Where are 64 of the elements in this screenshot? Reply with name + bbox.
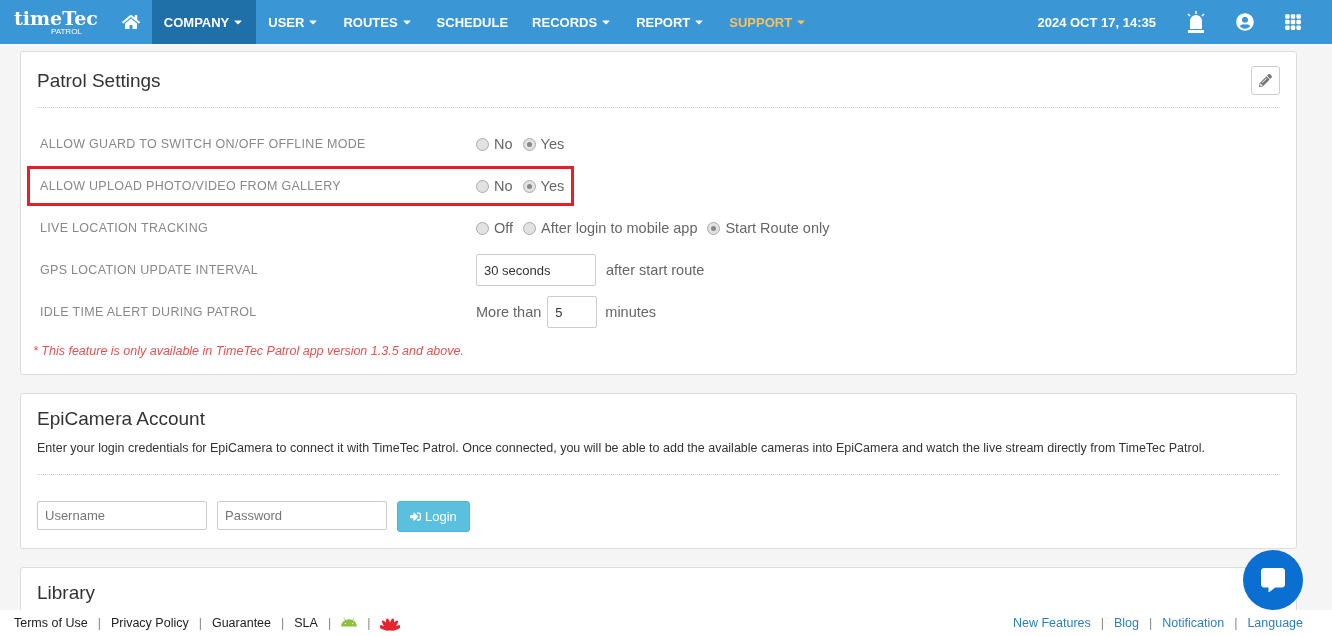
footer-link[interactable]: Terms of Use <box>14 616 88 630</box>
setting-label: GPS LOCATION UPDATE INTERVAL <box>40 263 259 277</box>
radio-button[interactable] <box>476 179 489 193</box>
separator: | <box>281 616 285 630</box>
radio-button[interactable] <box>707 221 721 235</box>
nav-menu-item[interactable]: ROUTES <box>331 0 425 44</box>
siren-icon[interactable] <box>1186 11 1206 33</box>
radio-button[interactable] <box>522 137 536 151</box>
separator: | <box>327 616 332 630</box>
nav-menu-item[interactable]: USER <box>256 0 332 44</box>
input-suffix: after start route <box>606 262 705 278</box>
radio-button[interactable] <box>476 137 489 151</box>
logo-text: timeTec <box>14 8 98 28</box>
date-time: 2024 OCT 17, 14:35 <box>1037 14 1156 30</box>
input-prefix: More than <box>476 304 542 320</box>
chat-button[interactable] <box>1243 550 1303 610</box>
radio-button[interactable] <box>476 221 489 235</box>
footer-link[interactable]: Language <box>1247 616 1303 630</box>
separator: | <box>198 616 202 630</box>
speech-bubble-icon <box>1261 568 1285 592</box>
footer-link[interactable]: Privacy Policy <box>110 616 189 630</box>
radio-label: Yes <box>540 136 565 152</box>
feature-note: * This feature is only available in TimeTec Patrol app version 1.3.5 and above. <box>33 344 465 358</box>
card-title: EpiCamera Account <box>37 408 206 430</box>
card-title: Patrol Settings <box>37 69 161 92</box>
number-field[interactable]: 5 <box>547 296 598 328</box>
footer-link[interactable]: Blog <box>1114 616 1140 630</box>
footer-link[interactable]: Guarantee <box>211 616 271 630</box>
separator: | <box>367 616 371 630</box>
separator: | <box>97 616 101 630</box>
card-title: Library <box>37 581 97 604</box>
footer-link[interactable]: SLA <box>294 616 318 630</box>
footer-link[interactable]: Notification <box>1162 616 1225 630</box>
radio-label: No <box>494 178 513 194</box>
user-icon[interactable] <box>1236 13 1254 31</box>
nav-menu-item[interactable]: SCHEDULE <box>424 0 521 44</box>
input-field[interactable]: 30 seconds <box>476 254 596 286</box>
radio-label: No <box>494 136 513 152</box>
setting-label: ALLOW UPLOAD PHOTO/VIDEO FROM GALLERY <box>40 179 342 193</box>
setting-label: IDLE TIME ALERT DURING PATROL <box>40 305 258 319</box>
footer-link[interactable]: New Features <box>1012 616 1091 630</box>
separator: | <box>1100 616 1104 630</box>
nav-menu-item[interactable]: REPORT <box>624 0 718 44</box>
radio-label: Start Route only <box>725 220 830 236</box>
card-description: Enter your login credentials for EpiCamera to connect it with TimeTec Patrol. Once connected, you will be able to add the available cameras into EpiCamera and watch the live stream directly from TimeTec Patrol. <box>37 440 1280 475</box>
nav-menu-item[interactable]: COMPANY <box>151 0 257 44</box>
grid-menu-icon[interactable] <box>1284 13 1302 31</box>
pencil-icon <box>1259 74 1272 87</box>
username-field[interactable]: Username <box>37 500 207 530</box>
logo-subtext: PATROL <box>51 28 82 36</box>
password-field[interactable]: Password <box>217 500 387 530</box>
edit-button[interactable] <box>1251 66 1280 95</box>
input-suffix: minutes <box>605 304 657 320</box>
radio-label: Off <box>494 220 514 236</box>
nav-menu-item[interactable]: RECORDS <box>520 0 625 44</box>
radio-button[interactable] <box>523 221 537 235</box>
radio-label: Yes <box>540 178 565 194</box>
separator: | <box>1149 616 1153 630</box>
setting-label: LIVE LOCATION TRACKING <box>40 221 209 235</box>
radio-label: After login to mobile app <box>541 220 698 236</box>
sign-in-icon <box>410 510 421 522</box>
separator: | <box>1234 616 1238 630</box>
setting-label: ALLOW GUARD TO SWITCH ON/OFF OFFLINE MODE <box>40 137 367 151</box>
radio-button[interactable] <box>522 179 536 193</box>
